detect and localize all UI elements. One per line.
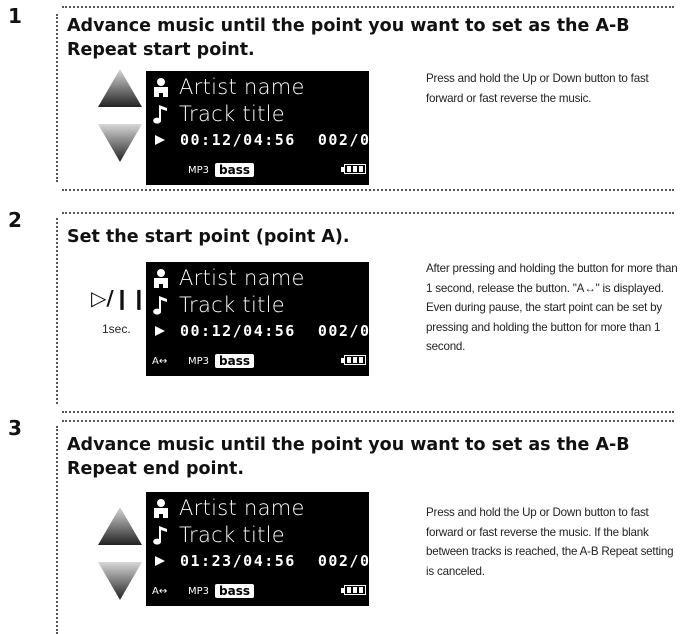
play-pause-icon[interactable]: ▷/❙❙ — [91, 286, 147, 310]
step-heading: Advance music until the point you want t… — [67, 435, 630, 479]
track-title: Track title — [179, 293, 285, 317]
play-icon — [155, 326, 165, 336]
music-note-icon — [153, 105, 167, 124]
step-3: 3 Advance music until the point you want… — [0, 410, 681, 634]
artist-icon — [154, 269, 168, 288]
step-number: 2 — [8, 208, 22, 232]
step-heading: Set the start point (point A). — [67, 227, 350, 247]
up-arrow-icon[interactable] — [96, 67, 144, 109]
eq-badge: bass — [215, 163, 255, 177]
side-description: After pressing and holding the button fo… — [426, 262, 678, 353]
battery-icon — [344, 355, 366, 365]
divider — [62, 212, 674, 214]
music-note-icon — [153, 526, 167, 545]
play-time: 01:23/04:56 — [180, 552, 296, 570]
step-heading: Advance music until the point you want t… — [67, 16, 630, 60]
battery-icon — [344, 585, 366, 595]
divider — [62, 189, 674, 191]
player-screen: Artist name Track title 01:23/04:56 002/… — [146, 492, 390, 606]
down-arrow-icon[interactable] — [96, 560, 144, 602]
artist-icon — [154, 499, 168, 518]
track-count: 002/010 — [317, 552, 392, 570]
divider — [56, 218, 58, 404]
ab-repeat-indicator: A↔ — [152, 585, 168, 597]
play-time: 00:12/04:56 — [180, 131, 296, 149]
eq-badge: bass — [215, 354, 255, 368]
step-1: 1 Advance music until the point you want… — [0, 0, 681, 196]
track-title: Track title — [179, 523, 285, 547]
track-count: 002/010 — [317, 131, 392, 149]
eq-badge: bass — [215, 584, 255, 598]
player-screen: Artist name Track title 00:12/04:56 002/… — [146, 262, 390, 376]
side-description: Press and hold the Up or Down button to … — [426, 506, 674, 578]
battery-icon — [344, 164, 366, 174]
play-icon — [155, 556, 165, 566]
music-note-icon — [153, 296, 167, 315]
format-label: MP3 — [188, 355, 210, 367]
ab-repeat-indicator: A↔ — [152, 355, 168, 367]
step-number: 3 — [8, 416, 22, 440]
track-title: Track title — [179, 102, 285, 126]
track-count: 002/010 — [317, 322, 392, 340]
side-description: Press and hold the Up or Down button to … — [426, 72, 649, 105]
hold-duration-label: 1sec. — [102, 322, 131, 336]
step-number: 1 — [8, 4, 22, 28]
play-icon — [155, 135, 165, 145]
player-screen: Artist name Track title 00:12/04:56 002/… — [146, 71, 390, 185]
format-label: MP3 — [188, 585, 210, 597]
format-label: MP3 — [188, 164, 210, 176]
artist-name: Artist name — [179, 496, 305, 520]
play-time: 00:12/04:56 — [180, 322, 296, 340]
artist-name: Artist name — [179, 266, 305, 290]
artist-icon — [154, 78, 168, 97]
down-arrow-icon[interactable] — [96, 122, 144, 164]
divider — [62, 420, 674, 422]
up-arrow-icon[interactable] — [96, 505, 144, 547]
step-2: 2 Set the start point (point A). ▷/❙❙ 1s… — [0, 196, 681, 413]
divider — [62, 6, 674, 8]
divider — [56, 14, 58, 182]
artist-name: Artist name — [179, 75, 305, 99]
divider — [56, 426, 58, 634]
